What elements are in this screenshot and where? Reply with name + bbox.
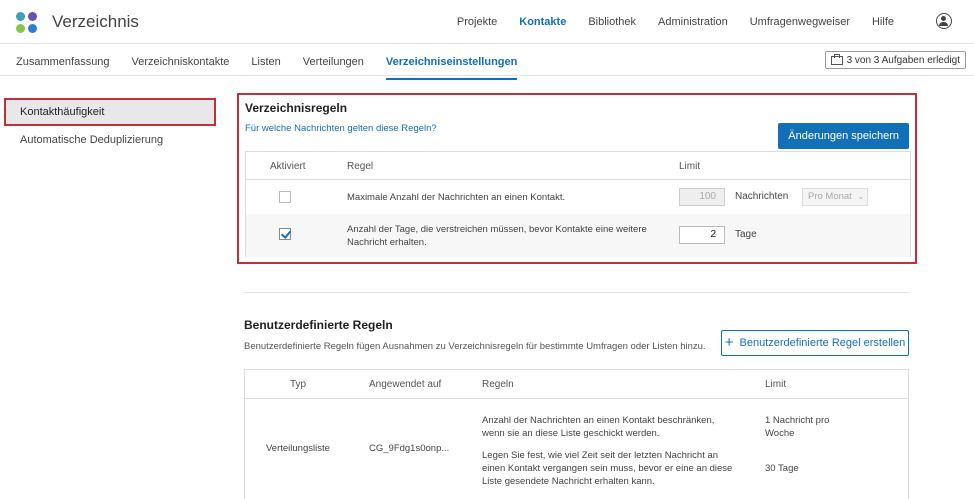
- nav-help[interactable]: Hilfe: [872, 16, 894, 28]
- directory-rules-panel: Verzeichnisregeln Für welche Nachrichten…: [237, 93, 917, 264]
- sidebar-item-auto-dedup[interactable]: Automatische Deduplizierung: [0, 126, 220, 154]
- rule-text-line: Liste gesendete Nachricht erhalten kann.: [482, 476, 655, 487]
- rule-text-line: Legen Sie fest, wie viel Zeit seit der l…: [482, 450, 719, 461]
- table-header: Aktiviert Regel Limit: [246, 152, 910, 180]
- unit-label: Nachrichten: [735, 191, 789, 202]
- column-header-enabled: Aktiviert: [270, 161, 306, 172]
- rules-info-link[interactable]: Für welche Nachrichten gelten diese Rege…: [245, 123, 437, 134]
- table-row: Maximale Anzahl der Nachrichten an einen…: [246, 180, 910, 214]
- sidebar-item-contact-frequency[interactable]: Kontakthäufigkeit: [4, 98, 216, 126]
- rule-text-line: Anzahl der Tage, die verstreichen müssen…: [347, 224, 647, 235]
- top-nav: Projekte Kontakte Bibliothek Administrat…: [457, 16, 894, 28]
- nav-projects[interactable]: Projekte: [457, 16, 497, 28]
- directory-rules-title: Verzeichnisregeln: [245, 101, 348, 115]
- rule-text-line: einen Kontakt vergangen sein muss, bevor…: [482, 463, 733, 474]
- rule-text-line: Anzahl der Nachrichten an einen Kontakt …: [482, 415, 715, 426]
- period-select[interactable]: Pro Monat ⌄: [802, 188, 868, 206]
- rule-type: Verteilungsliste: [266, 443, 330, 454]
- rule-limit: 1 Nachricht pro Woche: [765, 414, 829, 440]
- rule-description: Anzahl der Nachrichten an einen Kontakt …: [482, 414, 714, 440]
- column-header-limit: Limit: [679, 161, 701, 172]
- settings-sidebar: Kontakthäufigkeit Automatische Deduplizi…: [0, 98, 220, 154]
- period-value: Pro Monat: [808, 191, 852, 202]
- max-messages-input[interactable]: 100: [679, 188, 725, 206]
- sub-nav: Zusammenfassung Verzeichniskontakte List…: [0, 44, 974, 80]
- custom-rules-title: Benutzerdefinierte Regeln: [244, 318, 393, 332]
- rule-limit: 30 Tage: [765, 463, 799, 474]
- rule-text: Anzahl der Tage, die verstreichen müssen…: [347, 223, 647, 249]
- table-header: Typ Angewendet auf Regeln Limit: [245, 370, 908, 399]
- chevron-down-icon: ⌄: [857, 192, 865, 201]
- plus-icon: +: [724, 334, 734, 351]
- table-row: Anzahl der Tage, die verstreichen müssen…: [246, 214, 910, 257]
- nav-library[interactable]: Bibliothek: [588, 16, 636, 28]
- top-header: Verzeichnis Projekte Kontakte Bibliothek…: [0, 0, 974, 44]
- directory-rules-table: Aktiviert Regel Limit Maximale Anzahl de…: [245, 151, 911, 257]
- rule-text-line: wenn sie an diese Liste geschickt werden…: [482, 428, 660, 439]
- nav-contacts[interactable]: Kontakte: [519, 16, 566, 28]
- tab-directory-contacts[interactable]: Verzeichniskontakte: [132, 56, 230, 68]
- create-custom-rule-button[interactable]: + Benutzerdefinierte Regel erstellen: [721, 330, 909, 356]
- rule-limit-line: 1 Nachricht pro: [765, 415, 830, 426]
- rule-description: Legen Sie fest, wie viel Zeit seit der l…: [482, 449, 732, 488]
- rule-text-line: Nachricht erhalten.: [347, 237, 427, 248]
- rule-enabled-checkbox[interactable]: [279, 228, 291, 240]
- create-custom-rule-label: Benutzerdefinierte Regel erstellen: [739, 337, 906, 349]
- tasks-label: 3 von 3 Aufgaben erledigt: [846, 54, 960, 66]
- user-account-icon[interactable]: [936, 13, 952, 29]
- column-header-rule: Regel: [347, 161, 374, 172]
- nav-administration[interactable]: Administration: [658, 16, 728, 28]
- tab-distributions[interactable]: Verteilungen: [303, 56, 364, 68]
- column-header-applied-to: Angewendet auf: [369, 379, 442, 390]
- rule-enabled-checkbox[interactable]: [279, 191, 291, 203]
- rule-text: Maximale Anzahl der Nachrichten an einen…: [347, 192, 566, 203]
- unit-label: Tage: [735, 229, 757, 240]
- rule-applied-to: CG_9Fdg1s0onp...: [369, 443, 450, 454]
- section-divider: [244, 292, 909, 293]
- app-title: Verzeichnis: [52, 12, 139, 31]
- column-header-type: Typ: [290, 379, 307, 390]
- save-changes-button[interactable]: Änderungen speichern: [778, 123, 909, 149]
- tasks-button[interactable]: 3 von 3 Aufgaben erledigt: [824, 51, 966, 69]
- tab-directory-settings[interactable]: Verzeichniseinstellungen: [385, 56, 518, 80]
- column-header-rules: Regeln: [482, 379, 514, 390]
- column-header-limit: Limit: [765, 379, 787, 390]
- custom-rules-table: Typ Angewendet auf Regeln Limit Verteilu…: [244, 369, 909, 499]
- nav-survey-guide[interactable]: Umfragenwegweiser: [750, 16, 850, 28]
- days-input[interactable]: 2: [679, 226, 725, 244]
- tab-lists[interactable]: Listen: [251, 56, 280, 68]
- custom-rules-description: Benutzerdefinierte Regeln fügen Ausnahme…: [244, 341, 706, 352]
- rule-limit-line: Woche: [765, 428, 795, 439]
- tab-summary[interactable]: Zusammenfassung: [16, 56, 110, 68]
- toolbox-icon: [830, 53, 843, 65]
- app-logo-icon[interactable]: [16, 12, 38, 34]
